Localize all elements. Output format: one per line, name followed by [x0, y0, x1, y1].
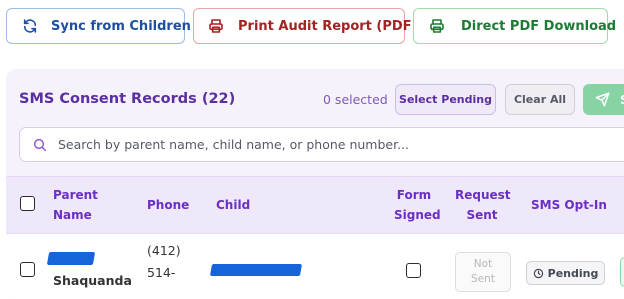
phone-line1: (412): [147, 243, 181, 258]
request-sent-line1: Not: [473, 258, 493, 270]
send-icon: [595, 92, 610, 107]
column-child[interactable]: Child: [216, 195, 250, 215]
column-parent-name-line2: Name: [53, 208, 92, 222]
sync-from-children-button[interactable]: Sync from Children: [6, 8, 191, 44]
column-form-signed-line2: Signed: [394, 208, 441, 222]
sync-button-label: Sync from Children: [51, 18, 191, 34]
request-sent-line2: Sent: [471, 273, 495, 285]
send-button-label: S: [620, 93, 624, 107]
column-request-sent[interactable]: Request Sent: [455, 185, 511, 225]
selected-count: 0 selected: [323, 92, 388, 107]
print-audit-report-button[interactable]: Print Audit Report (PDF): [193, 8, 418, 44]
select-all-checkbox[interactable]: [20, 196, 35, 211]
send-sms-button[interactable]: S: [583, 84, 624, 115]
redaction-mark: [209, 264, 303, 276]
column-request-sent-line2: Sent: [466, 208, 498, 222]
column-sms-opt-in[interactable]: SMS Opt-In: [531, 195, 607, 215]
printer-icon: [429, 18, 445, 34]
redaction-mark: [46, 252, 96, 265]
select-pending-button[interactable]: Select Pending: [395, 84, 496, 115]
row-checkbox[interactable]: [20, 262, 35, 277]
printer-icon: [208, 18, 224, 34]
column-parent-name-line1: Parent: [53, 188, 98, 202]
panel-title: SMS Consent Records (22): [19, 91, 236, 107]
form-signed-checkbox[interactable]: [406, 263, 421, 278]
column-form-signed[interactable]: Form Signed: [394, 185, 441, 225]
sms-opt-in-status-badge: Pending: [526, 261, 605, 285]
clock-icon: [533, 268, 544, 279]
search-box: [19, 127, 624, 162]
column-form-signed-line1: Form: [396, 188, 432, 202]
row-action-button[interactable]: [620, 257, 624, 287]
clear-all-button[interactable]: Clear All: [505, 84, 575, 115]
table-header: Parent Name Phone Child Form Signed Requ…: [6, 176, 624, 234]
table-row: Shaquanda (412) 514- Not Sent Pending: [6, 234, 624, 299]
phone-cell: (412) 514-: [147, 240, 181, 284]
column-parent-name[interactable]: Parent Name: [53, 185, 98, 225]
column-request-sent-line1: Request: [455, 188, 511, 202]
sms-consent-panel: SMS Consent Records (22) 0 selected Sele…: [6, 69, 624, 299]
request-sent-status: Not Sent: [455, 252, 511, 292]
parent-name-cell: Shaquanda: [53, 273, 132, 288]
column-phone[interactable]: Phone: [147, 195, 189, 215]
refresh-icon: [22, 18, 38, 34]
search-icon: [32, 137, 48, 157]
audit-button-label: Print Audit Report (PDF): [238, 18, 418, 34]
direct-pdf-download-button[interactable]: Direct PDF Download: [413, 8, 616, 44]
sms-opt-in-label: Pending: [547, 266, 599, 280]
pdf-button-label: Direct PDF Download: [461, 18, 617, 34]
search-input[interactable]: [58, 128, 618, 161]
